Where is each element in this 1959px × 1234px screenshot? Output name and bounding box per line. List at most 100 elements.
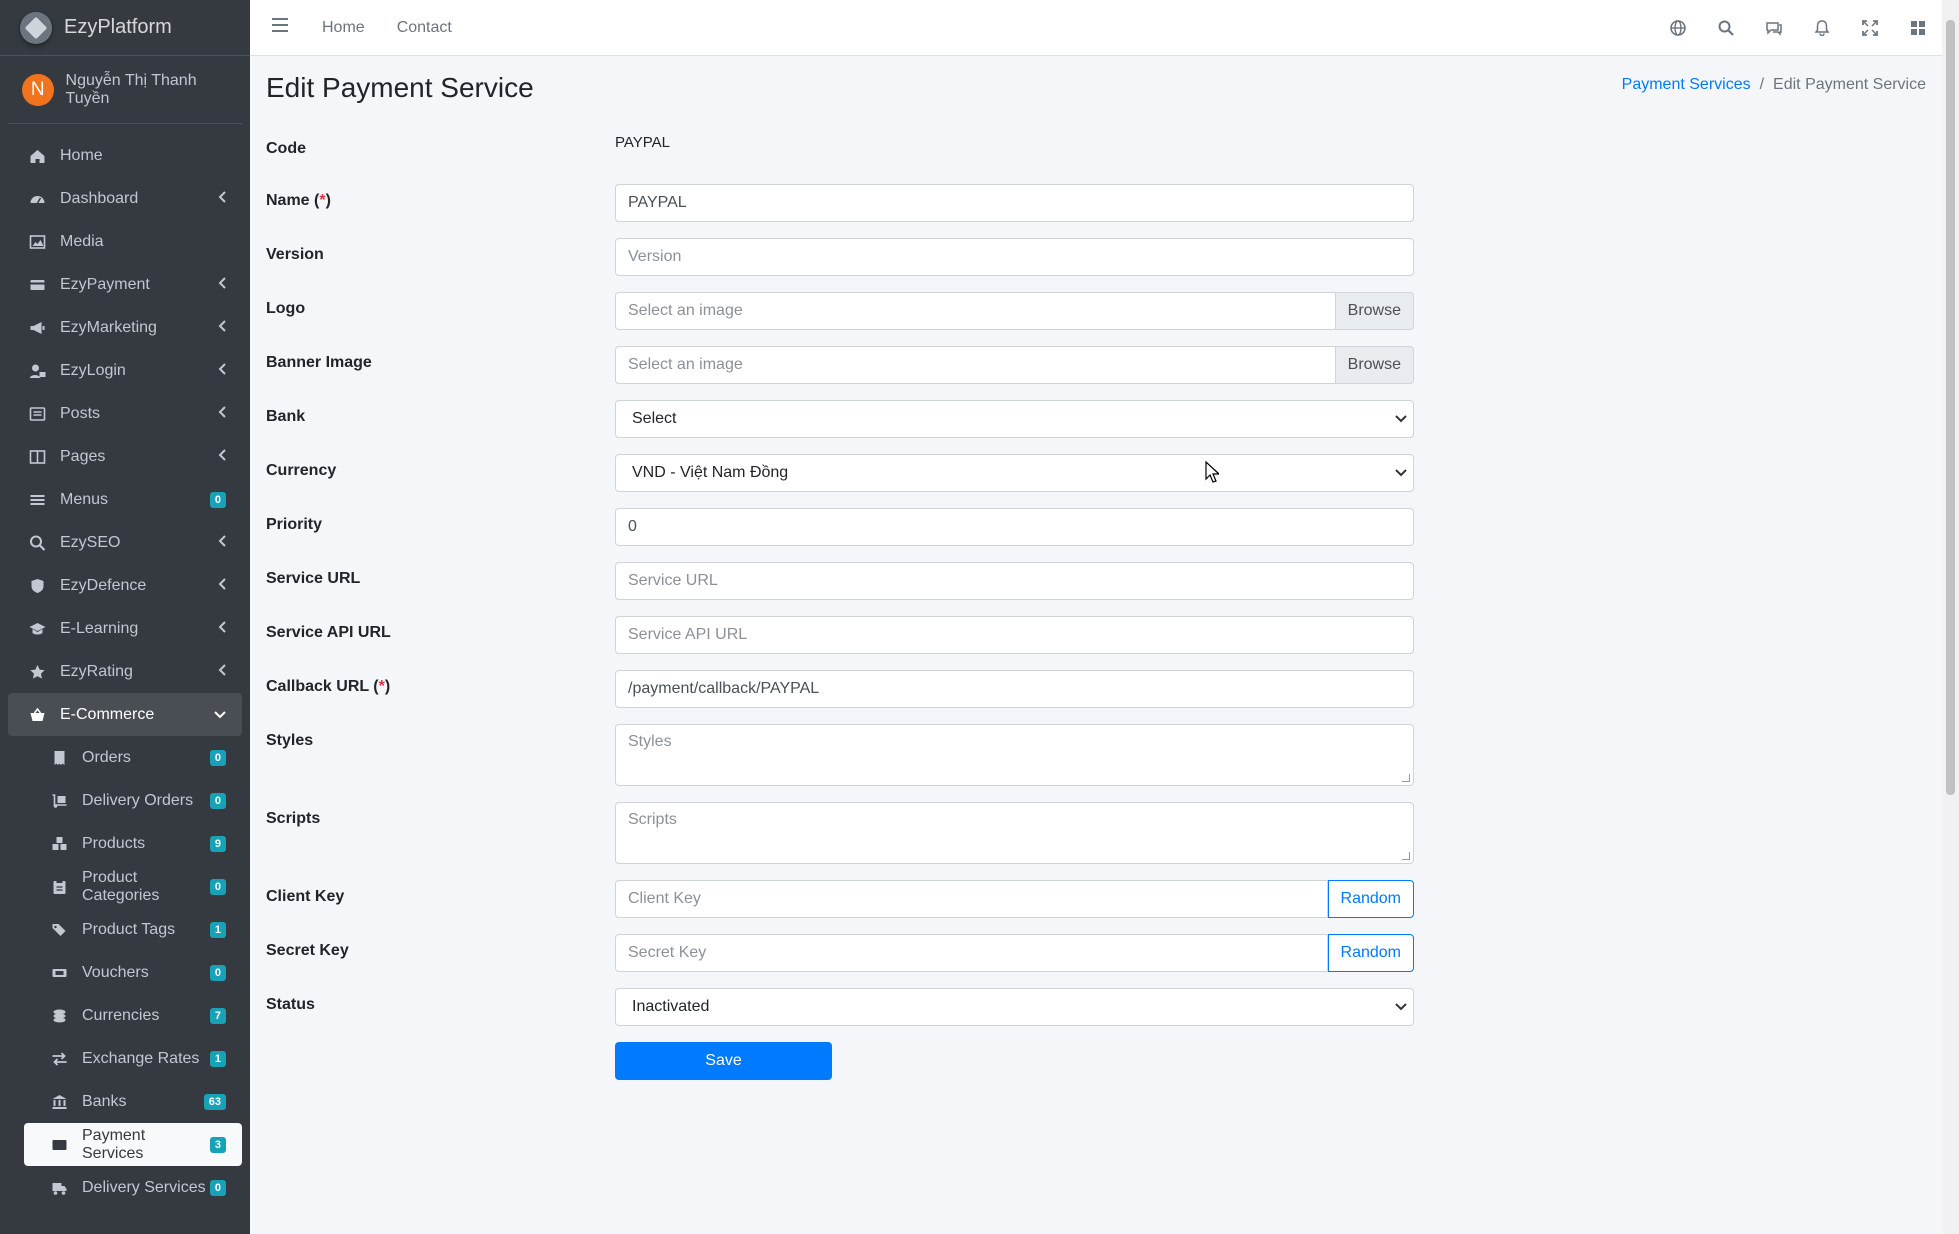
status-select-value: Inactivated [632, 998, 710, 1015]
sidebar-item-delivery-orders[interactable]: Delivery Orders 0 [24, 779, 242, 822]
scripts-textarea[interactable]: Scripts [615, 802, 1414, 864]
banner-input-group: Select an image Browse [615, 346, 1414, 384]
logo-browse-button[interactable]: Browse [1335, 292, 1414, 330]
apps-icon[interactable] [1894, 20, 1942, 36]
sidebar-item-ezymarketing[interactable]: EzyMarketing [8, 306, 242, 349]
sidebar-item-label: EzyPayment [60, 275, 150, 293]
hamburger-menu-icon[interactable] [272, 18, 290, 37]
row-status: Status Inactivated [266, 988, 1414, 1026]
sidebar-item-posts[interactable]: Posts [8, 392, 242, 435]
sidebar-item-product-tags[interactable]: Product Tags 1 [24, 908, 242, 951]
sidebar-item-e-learning[interactable]: E-Learning [8, 607, 242, 650]
sidebar-item-ezydefence[interactable]: EzyDefence [8, 564, 242, 607]
client-key-group: Client Key Random [615, 880, 1414, 918]
chevron-left-icon [218, 578, 226, 593]
logo-input[interactable]: Select an image [615, 292, 1336, 330]
ticket-icon [48, 964, 70, 982]
sidebar-item-e-commerce[interactable]: E-Commerce [8, 693, 242, 736]
callback-url-input[interactable]: /payment/callback/PAYPAL [615, 670, 1414, 708]
comments-icon[interactable] [1750, 20, 1798, 36]
sidebar-item-exchange-rates[interactable]: Exchange Rates 1 [24, 1037, 242, 1080]
sidebar-item-ezyrating[interactable]: EzyRating [8, 650, 242, 693]
fullscreen-icon[interactable] [1846, 20, 1894, 36]
resize-grip-icon[interactable] [1402, 774, 1410, 782]
search-plus-icon [26, 534, 48, 552]
chevron-down-icon [1395, 410, 1407, 428]
status-select[interactable]: Inactivated [615, 988, 1414, 1026]
top-link-contact[interactable]: Contact [397, 19, 452, 37]
secret-key-random-button[interactable]: Random [1327, 934, 1414, 972]
sidebar-item-delivery-services[interactable]: Delivery Services 0 [24, 1166, 242, 1209]
sidebar-item-product-categories[interactable]: Product Categories 0 [24, 865, 242, 908]
client-key-input[interactable]: Client Key [615, 880, 1328, 918]
count-badge: 63 [203, 1093, 226, 1110]
row-name: Name (*) PAYPAL [266, 184, 1414, 222]
sidebar-item-label: Payment Services [82, 1126, 146, 1162]
banner-browse-button[interactable]: Browse [1335, 346, 1414, 384]
scrollbar-thumb[interactable] [1946, 20, 1955, 795]
sidebar-item-label: Home [60, 146, 103, 164]
boxes-icon [48, 835, 70, 853]
credit-card-icon [26, 276, 48, 294]
sidebar-item-pages[interactable]: Pages [8, 435, 242, 478]
status-label: Status [266, 996, 315, 1013]
bank-select[interactable]: Select [615, 400, 1414, 438]
row-styles: Styles Styles [266, 724, 1414, 786]
page-scrollbar[interactable] [1942, 0, 1959, 1234]
top-link-home[interactable]: Home [322, 19, 365, 37]
sidebar-item-banks[interactable]: Banks 63 [24, 1080, 242, 1123]
resize-grip-icon[interactable] [1402, 852, 1410, 860]
sidebar-item-currencies[interactable]: Currencies 7 [24, 994, 242, 1037]
count-badge: 0 [209, 749, 226, 766]
sidebar-item-label: Products [82, 834, 146, 852]
sidebar-item-menus[interactable]: Menus 0 [8, 478, 242, 521]
styles-label: Styles [266, 732, 314, 749]
sidebar-item-media[interactable]: Media [8, 220, 242, 263]
client-key-random-button[interactable]: Random [1327, 880, 1414, 918]
sidebar-item-ezyseo[interactable]: EzySEO [8, 521, 242, 564]
user-name[interactable]: Nguyễn Thị Thanh Tuyền [66, 72, 242, 108]
brand-name: EzyPlatform [64, 16, 172, 38]
sidebar-item-label: Pages [60, 447, 106, 465]
chevron-left-icon [218, 191, 226, 206]
sidebar-item-payment-services[interactable]: Payment Services 3 [24, 1123, 242, 1166]
globe-icon[interactable] [1654, 20, 1702, 36]
priority-input[interactable]: 0 [615, 508, 1414, 546]
image-icon [26, 233, 48, 251]
user-panel[interactable]: N Nguyễn Thị Thanh Tuyền [8, 56, 242, 124]
user-lock-icon [26, 362, 48, 380]
sidebar-item-ezypayment[interactable]: EzyPayment [8, 263, 242, 306]
sidebar-item-home[interactable]: Home [8, 134, 242, 177]
sidebar-item-ezylogin[interactable]: EzyLogin [8, 349, 242, 392]
avatar: N [22, 73, 54, 106]
banner-label: Banner Image [266, 354, 372, 371]
service-url-input[interactable]: Service URL [615, 562, 1414, 600]
sidebar-item-vouchers[interactable]: Vouchers 0 [24, 951, 242, 994]
sidebar-item-label: EzyLogin [60, 361, 126, 379]
secret-key-input[interactable]: Secret Key [615, 934, 1328, 972]
secret-key-label: Secret Key [266, 942, 349, 959]
breadcrumb-link-payment-services[interactable]: Payment Services [1622, 76, 1751, 94]
count-badge: 0 [209, 878, 226, 895]
version-input[interactable]: Version [615, 238, 1414, 276]
search-icon[interactable] [1702, 20, 1750, 36]
logo-input-group: Select an image Browse [615, 292, 1414, 330]
sidebar-item-products[interactable]: Products 9 [24, 822, 242, 865]
sidebar-item-label: Media [60, 232, 104, 250]
sidebar-item-orders[interactable]: Orders 0 [24, 736, 242, 779]
page-title: Edit Payment Service [266, 72, 534, 103]
sidebar-item-label: Menus [60, 490, 109, 508]
styles-textarea[interactable]: Styles [615, 724, 1414, 786]
service-api-url-input[interactable]: Service API URL [615, 616, 1414, 654]
save-button[interactable]: Save [615, 1042, 832, 1080]
exchange-icon [48, 1050, 70, 1068]
chevron-down-icon [214, 708, 226, 722]
banner-input[interactable]: Select an image [615, 346, 1336, 384]
sidebar-item-dashboard[interactable]: Dashboard [8, 177, 242, 220]
brand[interactable]: EzyPlatform [0, 0, 250, 56]
currency-select[interactable]: VND - Việt Nam Đồng [615, 454, 1414, 492]
name-input[interactable]: PAYPAL [615, 184, 1414, 222]
clipboard-list-icon [48, 878, 70, 896]
bell-icon[interactable] [1798, 20, 1846, 36]
sidebar-item-label: Product Tags [82, 920, 176, 938]
